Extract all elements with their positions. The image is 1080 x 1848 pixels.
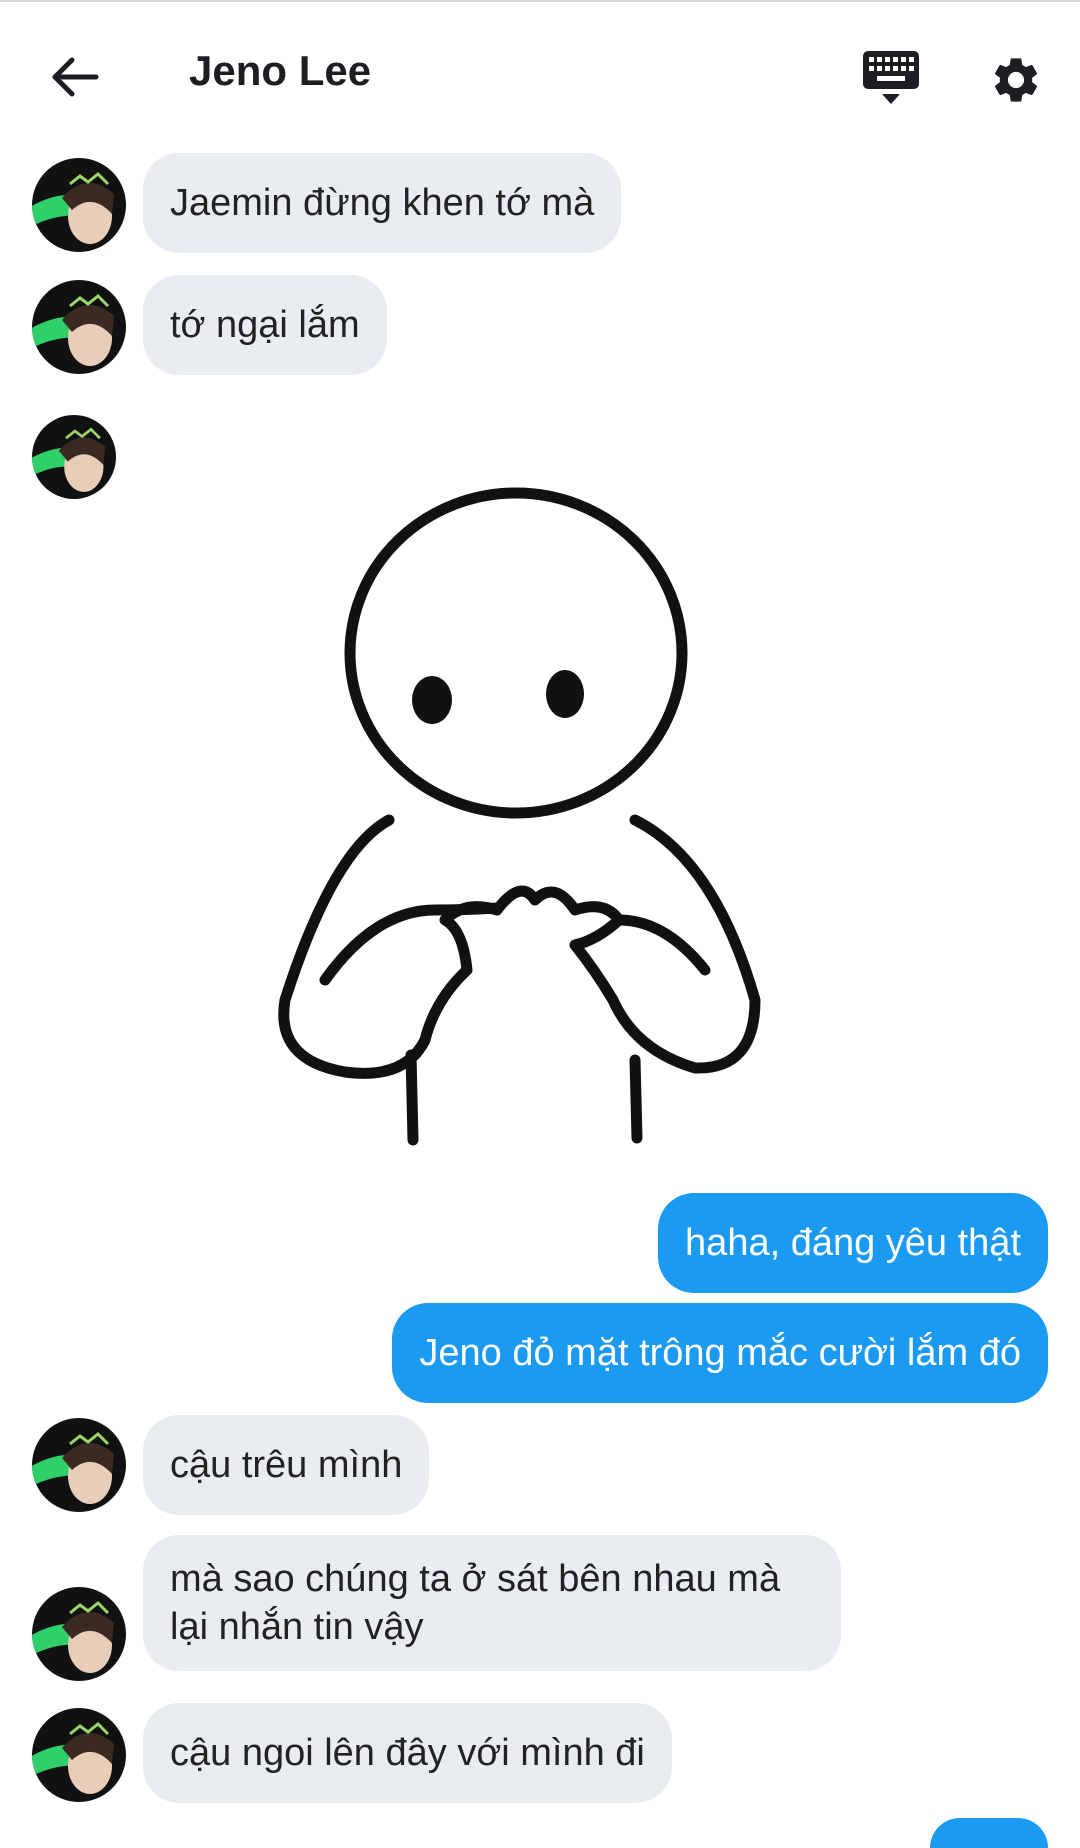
message-bubble-outgoing-partial[interactable] [930, 1818, 1048, 1848]
avatar-image [32, 415, 116, 499]
message-bubble-incoming[interactable]: tớ ngại lắm [143, 275, 387, 375]
avatar-image [32, 1418, 126, 1512]
gear-icon [994, 58, 1038, 102]
message-bubble-incoming[interactable]: cậu trêu mình [143, 1415, 430, 1515]
avatar-image [32, 1708, 126, 1802]
message-bubble-outgoing[interactable]: Jeno đỏ mặt trông mắc cười lắm đó [392, 1303, 1048, 1403]
avatar-image [32, 158, 126, 252]
avatar[interactable] [32, 158, 126, 252]
settings-button[interactable] [980, 44, 1052, 116]
chat-title: Jeno Lee [189, 47, 372, 94]
avatar-image [32, 1587, 126, 1681]
message-bubble-outgoing[interactable]: haha, đáng yêu thật [658, 1193, 1048, 1293]
chat-header: Jeno Lee [0, 2, 1080, 142]
keyboard-button[interactable] [855, 42, 927, 114]
message-bubble-incoming[interactable]: cậu ngoi lên đây với mình đi [143, 1703, 672, 1803]
message-bubble-incoming[interactable]: mà sao chúng ta ở sát bên nhau mà lại nh… [143, 1535, 841, 1671]
avatar[interactable] [32, 1708, 126, 1802]
avatar[interactable] [32, 415, 116, 499]
back-button[interactable] [40, 42, 110, 112]
avatar[interactable] [32, 1587, 126, 1681]
avatar[interactable] [32, 1418, 126, 1512]
shy-stick-figure-sticker[interactable] [235, 440, 795, 1160]
avatar[interactable] [32, 280, 126, 374]
keyboard-icon [863, 51, 919, 104]
message-bubble-incoming[interactable]: Jaemin đừng khen tớ mà [143, 153, 622, 253]
arrow-left-icon [52, 57, 99, 97]
avatar-image [32, 280, 126, 374]
